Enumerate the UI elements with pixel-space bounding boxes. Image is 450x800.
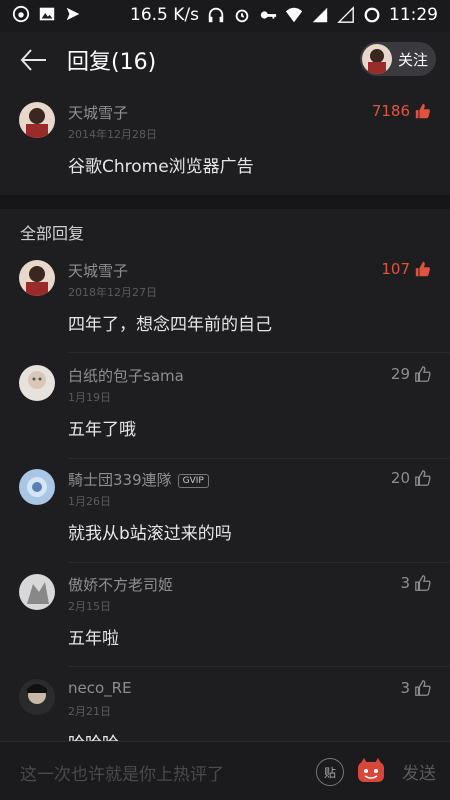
avatar[interactable]	[19, 102, 55, 138]
like-button[interactable]: 107	[381, 260, 432, 278]
like-count: 3	[400, 574, 410, 592]
avatar[interactable]	[19, 574, 55, 610]
divider	[68, 352, 450, 353]
signal-icon	[311, 6, 329, 24]
comment-content: 谷歌Chrome浏览器广告	[68, 157, 254, 177]
page-title: 回复(16)	[67, 50, 157, 75]
avatar	[362, 44, 392, 74]
username[interactable]: neco_RE	[68, 679, 132, 697]
username[interactable]: 白纸的包子sama	[68, 365, 184, 386]
comment-date: 2018年12月27日	[68, 286, 157, 299]
send-arrow-icon	[64, 5, 82, 23]
thumbs-up-icon	[414, 679, 432, 697]
thumbs-up-icon	[414, 365, 432, 383]
clock: 11:29	[389, 5, 438, 25]
thumbs-up-filled-icon	[414, 102, 432, 120]
username[interactable]: 天城雪子	[68, 102, 128, 123]
vip-badge: GVIP	[177, 473, 209, 488]
comment-date: 1月19日	[68, 391, 111, 404]
comment-content: 五年了哦	[68, 420, 136, 440]
like-button[interactable]: 3	[400, 679, 432, 697]
send-button[interactable]: 发送	[402, 759, 436, 784]
divider	[68, 562, 450, 563]
avatar[interactable]	[19, 260, 55, 296]
follow-label: 关注	[398, 50, 429, 69]
comment-date: 1月26日	[68, 495, 111, 508]
avatar[interactable]	[19, 469, 55, 505]
like-count: 29	[390, 365, 410, 383]
divider	[68, 666, 450, 667]
app-header: 回复(16) 关注	[0, 32, 450, 88]
network-speed: 16.5 K/s	[130, 5, 199, 25]
username[interactable]: 天城雪子	[68, 260, 128, 281]
emoji-icon[interactable]	[356, 756, 386, 786]
comment-content: 五年啦	[68, 629, 119, 649]
wifi-icon	[285, 6, 303, 24]
like-button[interactable]: 3	[400, 574, 432, 592]
thumbs-up-icon	[414, 469, 432, 487]
status-bar: 16.5 K/s 11:29	[0, 0, 450, 32]
comment-input-bar: 这一次也许就是你上热评了 贴 发送	[0, 741, 450, 800]
like-button[interactable]: 29	[391, 365, 432, 383]
headphones-icon	[207, 6, 225, 24]
comment-content: 就我从b站滚过来的吗	[68, 524, 232, 544]
alarm-icon	[233, 6, 251, 24]
comment-input[interactable]: 这一次也许就是你上热评了	[20, 760, 224, 785]
username[interactable]: 傲娇不方老司姬	[68, 574, 173, 595]
like-count: 3	[400, 679, 410, 697]
thumbs-up-filled-icon	[414, 260, 432, 278]
comment-date: 2月15日	[68, 600, 111, 613]
avatar[interactable]	[19, 365, 55, 401]
key-icon	[259, 6, 277, 24]
comment-date: 2月21日	[68, 705, 111, 718]
battery-icon	[363, 6, 381, 24]
image-icon	[38, 5, 56, 23]
like-count: 7186	[371, 102, 410, 120]
like-count: 20	[390, 469, 410, 487]
weibo-icon	[12, 5, 30, 23]
follow-button[interactable]: 关注	[360, 42, 436, 76]
username[interactable]: 騎士団339連隊 GVIP	[68, 469, 209, 490]
comment-date: 2014年12月28日	[68, 128, 157, 141]
section-title: 全部回复	[20, 224, 85, 243]
section-divider	[0, 195, 450, 209]
like-button[interactable]: 20	[391, 469, 432, 487]
avatar[interactable]	[19, 679, 55, 715]
thumbs-up-icon	[414, 574, 432, 592]
sticker-button[interactable]: 贴	[316, 758, 344, 786]
back-arrow-icon[interactable]	[18, 46, 48, 74]
divider	[68, 458, 450, 459]
signal-empty-icon	[337, 6, 355, 24]
like-button[interactable]: 7186	[372, 102, 432, 120]
like-count: 107	[381, 260, 410, 278]
comment-content: 四年了，想念四年前的自己	[68, 315, 272, 335]
